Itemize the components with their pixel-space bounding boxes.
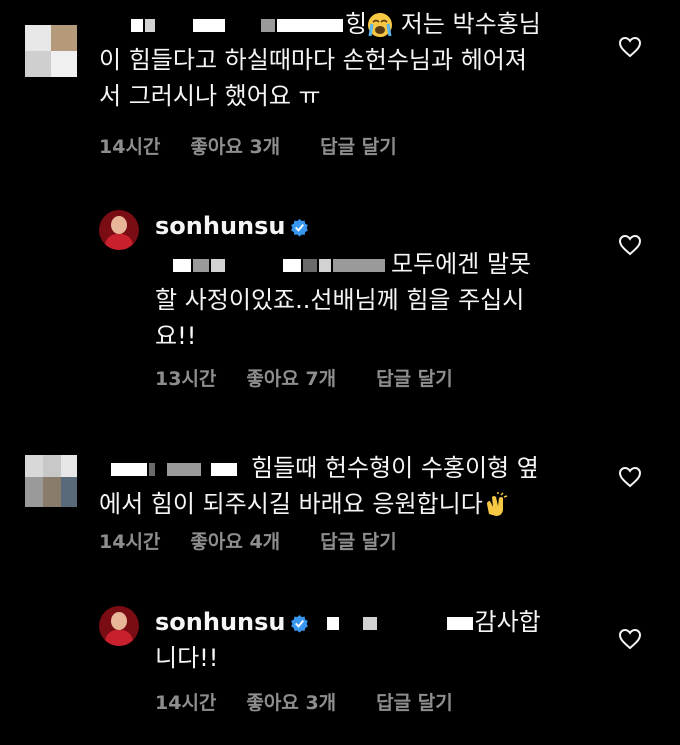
comment-2: 힘들때 헌수형이 수홍이형 옆 에서 힘이 되주시길 바래요 응원합니다 14시…: [0, 430, 680, 570]
reply-header: sonhunsu: [155, 208, 309, 244]
timestamp: 13시간: [155, 368, 217, 390]
likes-count[interactable]: 좋아요 4개: [190, 531, 280, 553]
comment-meta: 14시간 좋아요 3개 답글 달기: [99, 132, 427, 159]
comment-meta: 14시간 좋아요 4개 답글 달기: [99, 527, 427, 554]
comment-text: 힝 저는 박수홍님 이 힘들다고 하실때마다 손헌수님과 헤어져 서 그러시나 …: [99, 10, 541, 110]
likes-count[interactable]: 좋아요 3개: [190, 136, 280, 158]
reply-button[interactable]: 답글 달기: [320, 531, 397, 553]
timestamp: 14시간: [155, 692, 217, 714]
reply-text: 모두에겐 말못 할 사정이있죠..선배님께 힘을 주십시 요!!: [155, 250, 532, 350]
avatar-blurred[interactable]: [25, 455, 77, 507]
reply-button[interactable]: 답글 달기: [376, 692, 453, 714]
username[interactable]: sonhunsu: [155, 212, 286, 240]
avatar-sonhunsu[interactable]: [99, 210, 139, 250]
heart-icon[interactable]: [618, 628, 642, 650]
reply-2: sonhunsu 감사합 니다!! 14시간 좋아요 3개 답글 달기: [0, 600, 680, 740]
reply-meta: 14시간 좋아요 3개 답글 달기: [155, 688, 483, 715]
comment-text: 힘들때 헌수형이 수홍이형 옆 에서 힘이 되주시길 바래요 응원합니다: [99, 454, 539, 518]
comment-1: 힝 저는 박수홍님 이 힘들다고 하실때마다 손헌수님과 헤어져 서 그러시나 …: [0, 0, 680, 180]
verified-badge-icon: [290, 218, 308, 237]
heart-icon[interactable]: [618, 36, 642, 58]
heart-icon[interactable]: [618, 466, 642, 488]
redacted-username: [131, 18, 143, 32]
reply-button[interactable]: 답글 달기: [320, 136, 397, 158]
heart-icon[interactable]: [618, 234, 642, 256]
reply-meta: 13시간 좋아요 7개 답글 달기: [155, 364, 483, 391]
username[interactable]: sonhunsu: [155, 608, 286, 636]
timestamp: 14시간: [99, 531, 161, 553]
timestamp: 14시간: [99, 136, 161, 158]
reply-button[interactable]: 답글 달기: [376, 368, 453, 390]
reply-1: sonhunsu 모두에겐 말못 할 사정이있죠..선배님께 힘을 주십시 요!…: [0, 200, 680, 400]
reply-text: sonhunsu 감사합 니다!!: [155, 608, 541, 672]
avatar-blurred[interactable]: [25, 25, 77, 77]
crying-face-emoji: [368, 13, 393, 37]
verified-badge-icon: [290, 614, 308, 633]
avatar-sonhunsu[interactable]: [99, 606, 139, 646]
clapping-hands-emoji: [486, 492, 508, 516]
likes-count[interactable]: 좋아요 3개: [246, 692, 336, 714]
likes-count[interactable]: 좋아요 7개: [246, 368, 336, 390]
